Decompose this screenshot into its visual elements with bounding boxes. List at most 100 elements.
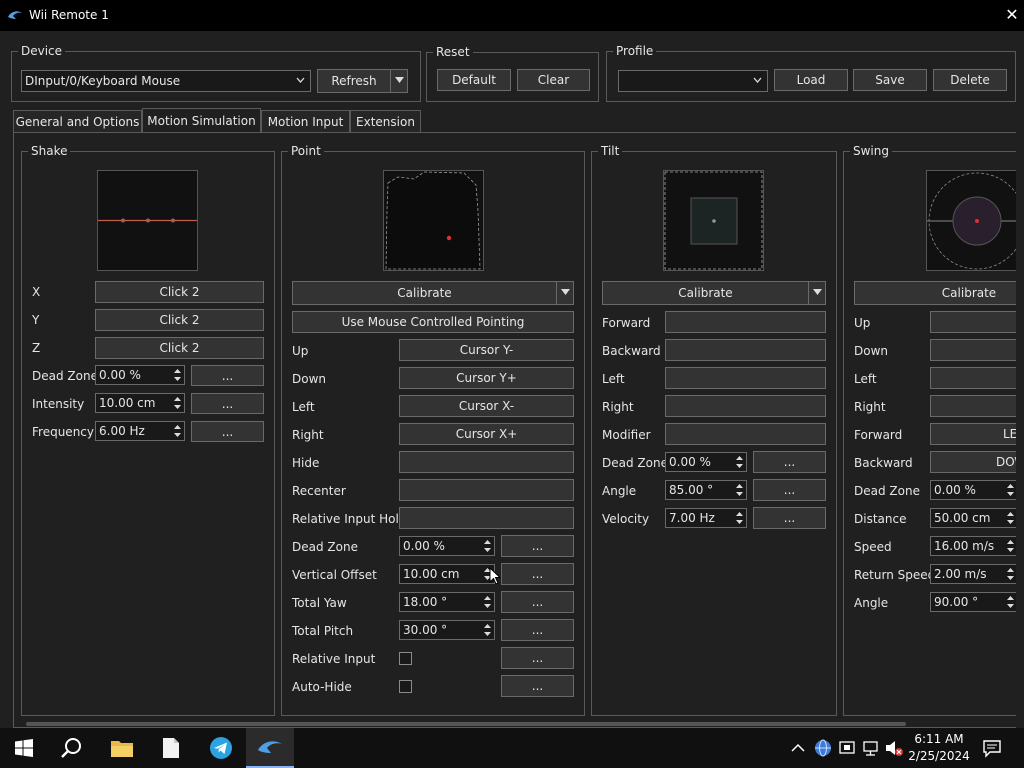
point-total-yaw-more-button[interactable]: ... (501, 591, 574, 613)
tilt-deadzone-more-button[interactable]: ... (753, 451, 826, 473)
tray-device-icon[interactable] (838, 739, 856, 757)
swing-backward-button[interactable]: DO\ (930, 451, 1016, 473)
tab-motion-input[interactable]: Motion Input (261, 110, 350, 133)
swing-calibrate-button[interactable]: Calibrate (854, 281, 1016, 305)
tilt-angle-spinbox[interactable]: 85.00 ° (665, 480, 747, 500)
spin-arrows-icon[interactable] (483, 622, 492, 638)
show-hidden-icons-chevron-icon[interactable] (790, 740, 806, 756)
shake-y-button[interactable]: Click 2 (95, 309, 264, 331)
file-explorer-button[interactable] (98, 728, 146, 768)
tilt-backward-button[interactable] (665, 339, 826, 361)
close-icon[interactable]: ✕ (1004, 6, 1020, 24)
start-button[interactable] (0, 728, 48, 768)
point-total-pitch-spinbox[interactable]: 30.00 ° (399, 620, 495, 640)
tilt-velocity-spinbox[interactable]: 7.00 Hz (665, 508, 747, 528)
profile-select[interactable] (618, 70, 768, 92)
tab-motion-simulation[interactable]: Motion Simulation (142, 108, 261, 133)
tilt-calibrate-button[interactable]: Calibrate (602, 281, 809, 305)
tilt-modifier-button[interactable] (665, 423, 826, 445)
tray-volume-muted-icon[interactable] (884, 739, 904, 757)
notepad-button[interactable] (147, 728, 195, 768)
clock-time[interactable]: 6:11 AM (904, 732, 974, 746)
tilt-right-button[interactable] (665, 395, 826, 417)
point-relative-input-more-button[interactable]: ... (501, 647, 574, 669)
load-button[interactable]: Load (774, 69, 848, 91)
point-auto-hide-more-button[interactable]: ... (501, 675, 574, 697)
point-deadzone-spinbox[interactable]: 0.00 % (399, 536, 495, 556)
point-relative-input-checkbox[interactable] (399, 652, 412, 665)
point-left-button[interactable]: Cursor X- (399, 395, 574, 417)
tray-network-icon[interactable] (862, 739, 880, 757)
point-deadzone-more-button[interactable]: ... (501, 535, 574, 557)
spin-arrows-icon[interactable] (1006, 538, 1015, 554)
swing-return-speed-spinbox[interactable]: 2.00 m/s (930, 564, 1016, 584)
spin-arrows-icon[interactable] (1006, 594, 1015, 610)
point-vertical-offset-more-button[interactable]: ... (501, 563, 574, 585)
tilt-deadzone-spinbox[interactable]: 0.00 % (665, 452, 747, 472)
shake-deadzone-spinbox[interactable]: 0.00 % (95, 365, 185, 385)
point-auto-hide-checkbox[interactable] (399, 680, 412, 693)
horizontal-scrollbar[interactable] (26, 722, 906, 726)
use-mouse-pointing-button[interactable]: Use Mouse Controlled Pointing (292, 311, 574, 333)
swing-up-button[interactable] (930, 311, 1016, 333)
tab-general-and-options[interactable]: General and Options (13, 110, 142, 133)
swing-right-button[interactable] (930, 395, 1016, 417)
refresh-button[interactable]: Refresh (317, 69, 391, 93)
delete-button[interactable]: Delete (933, 69, 1007, 91)
shake-intensity-spinbox[interactable]: 10.00 cm (95, 393, 185, 413)
point-total-yaw-spinbox[interactable]: 18.00 ° (399, 592, 495, 612)
point-recenter-button[interactable] (399, 479, 574, 501)
spin-arrows-icon[interactable] (173, 423, 182, 439)
swing-left-button[interactable] (930, 367, 1016, 389)
spin-arrows-icon[interactable] (735, 454, 744, 470)
tilt-left-button[interactable] (665, 367, 826, 389)
tilt-calibrate-dropdown[interactable] (808, 281, 826, 305)
tab-extension[interactable]: Extension (350, 110, 421, 133)
spin-arrows-icon[interactable] (483, 594, 492, 610)
point-vertical-offset-spinbox[interactable]: 10.00 cm (399, 564, 495, 584)
device-select[interactable]: DInput/0/Keyboard Mouse (21, 70, 311, 92)
tilt-velocity-more-button[interactable]: ... (753, 507, 826, 529)
point-relative-hold-button[interactable] (399, 507, 574, 529)
tilt-forward-button[interactable] (665, 311, 826, 333)
default-button[interactable]: Default (437, 69, 511, 91)
spin-arrows-icon[interactable] (1006, 482, 1015, 498)
tray-network-globe-icon[interactable] (814, 739, 832, 757)
shake-x-button[interactable]: Click 2 (95, 281, 264, 303)
dolphin-taskbar-button[interactable] (246, 728, 294, 768)
tilt-angle-more-button[interactable]: ... (753, 479, 826, 501)
shake-intensity-more-button[interactable]: ... (191, 393, 264, 414)
spin-arrows-icon[interactable] (1006, 566, 1015, 582)
point-up-button[interactable]: Cursor Y- (399, 339, 574, 361)
search-button[interactable] (48, 728, 96, 768)
spin-arrows-icon[interactable] (735, 482, 744, 498)
spin-arrows-icon[interactable] (173, 395, 182, 411)
save-button[interactable]: Save (853, 69, 927, 91)
shake-deadzone-more-button[interactable]: ... (191, 365, 264, 386)
clock-date[interactable]: 2/25/2024 (904, 749, 974, 763)
swing-angle-spinbox[interactable]: 90.00 ° (930, 592, 1016, 612)
chevron-down-icon (813, 289, 822, 295)
point-calibrate-dropdown[interactable] (556, 281, 574, 305)
swing-down-button[interactable] (930, 339, 1016, 361)
spin-arrows-icon[interactable] (735, 510, 744, 526)
refresh-dropdown-button[interactable] (390, 69, 408, 93)
point-total-pitch-more-button[interactable]: ... (501, 619, 574, 641)
spin-arrows-icon[interactable] (1006, 510, 1015, 526)
notification-center-icon[interactable] (982, 738, 1002, 758)
clear-button[interactable]: Clear (517, 69, 590, 91)
shake-frequency-spinbox[interactable]: 6.00 Hz (95, 421, 185, 441)
point-hide-button[interactable] (399, 451, 574, 473)
point-calibrate-button[interactable]: Calibrate (292, 281, 557, 305)
swing-forward-button[interactable]: LE (930, 423, 1016, 445)
point-down-button[interactable]: Cursor Y+ (399, 367, 574, 389)
spin-arrows-icon[interactable] (483, 538, 492, 554)
swing-deadzone-spinbox[interactable]: 0.00 % (930, 480, 1016, 500)
swing-distance-spinbox[interactable]: 50.00 cm (930, 508, 1016, 528)
point-right-button[interactable]: Cursor X+ (399, 423, 574, 445)
telegram-button[interactable] (197, 728, 245, 768)
shake-frequency-more-button[interactable]: ... (191, 421, 264, 442)
spin-arrows-icon[interactable] (173, 367, 182, 383)
shake-z-button[interactable]: Click 2 (95, 337, 264, 359)
swing-speed-spinbox[interactable]: 16.00 m/s (930, 536, 1016, 556)
